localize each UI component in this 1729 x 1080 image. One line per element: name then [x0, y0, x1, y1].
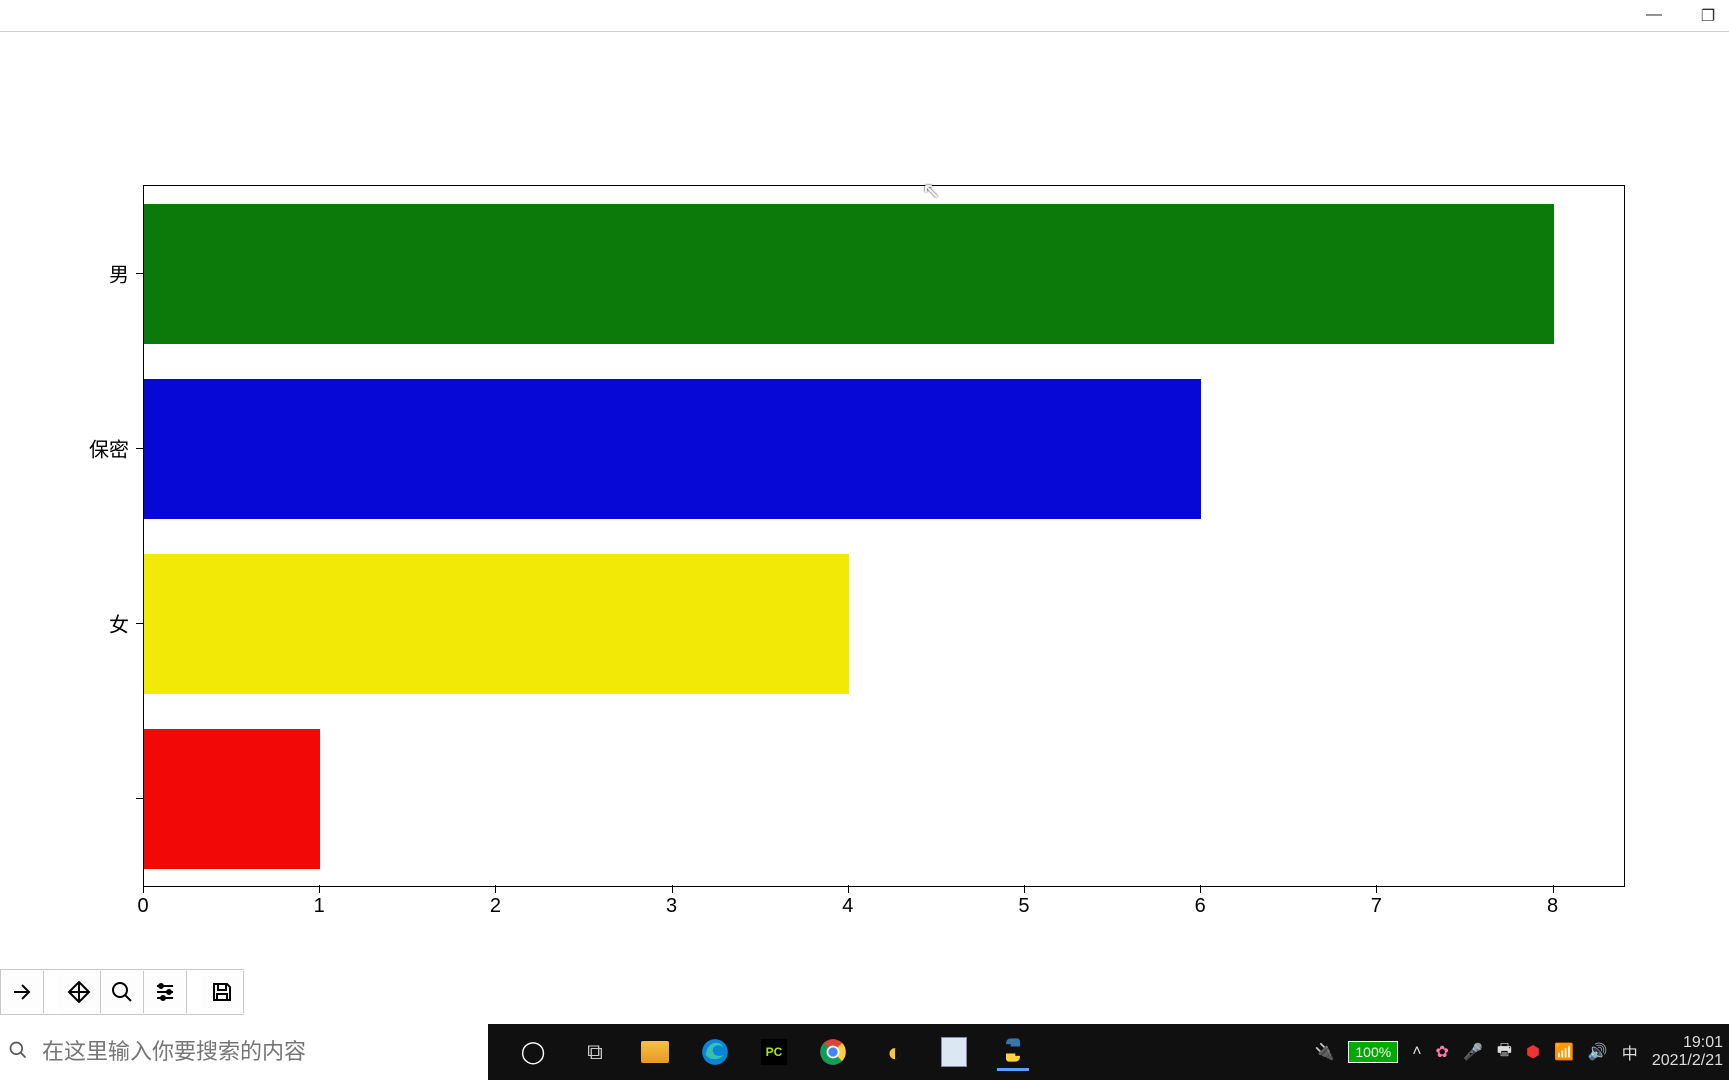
python-icon[interactable] [997, 1034, 1029, 1071]
forward-button[interactable] [1, 971, 44, 1013]
search-icon [8, 1040, 28, 1065]
tray-bug-icon[interactable]: ⬢ [1526, 1042, 1540, 1062]
windows-taskbar: ◯ ⧉ PC ◐ 🔌 100% ˄ ✿ 🎤 🖶 ⬢ 📶 🔊 [0, 1024, 1729, 1080]
save-icon [210, 980, 234, 1004]
file-explorer-icon[interactable] [641, 1041, 669, 1063]
potplayer-icon[interactable]: ◐ [879, 1036, 911, 1068]
matplotlib-figure-window: — ❐ 012345678 男保密女 ↖ [0, 0, 1729, 1080]
taskbar-search[interactable] [0, 1024, 489, 1080]
cortana-icon[interactable]: ◯ [517, 1036, 549, 1068]
window-controls: — ❐ [1639, 0, 1729, 32]
wifi-icon[interactable]: 📶 [1554, 1042, 1574, 1062]
taskbar-apps: ◯ ⧉ PC ◐ [517, 1024, 1029, 1080]
chart-bar [144, 729, 320, 869]
maximize-button[interactable]: ❐ [1699, 6, 1717, 26]
zoom-button[interactable] [101, 971, 144, 1013]
chrome-icon[interactable] [817, 1036, 849, 1068]
power-icon[interactable]: 🔌 [1314, 1042, 1334, 1062]
edge-icon[interactable] [699, 1036, 731, 1068]
ime-indicator[interactable]: 中 [1622, 1040, 1638, 1064]
chart-bar [144, 554, 849, 694]
chart-bar [144, 379, 1201, 519]
tray-printer-icon[interactable]: 🖶 [1497, 1039, 1512, 1066]
volume-icon[interactable]: 🔊 [1588, 1042, 1608, 1062]
tray-chevron-icon[interactable]: ˄ [1412, 1043, 1421, 1061]
chart-bar [144, 204, 1554, 344]
system-tray: 🔌 100% ˄ ✿ 🎤 🖶 ⬢ 📶 🔊 中 19:01 2021/2/21 [1314, 1034, 1729, 1069]
plot-canvas[interactable]: 012345678 男保密女 [0, 40, 1729, 1000]
clock-time: 19:01 [1652, 1034, 1723, 1052]
save-button[interactable] [201, 971, 244, 1013]
clock-date: 2021/2/21 [1652, 1052, 1723, 1070]
sliders-icon [153, 980, 177, 1004]
forward-icon [10, 980, 34, 1004]
chart-axes [143, 185, 1625, 887]
pan-icon [67, 980, 91, 1004]
notepad-icon[interactable] [941, 1037, 967, 1067]
battery-status[interactable]: 100% [1348, 1041, 1398, 1063]
configure-button[interactable] [144, 971, 187, 1013]
taskbar-clock[interactable]: 19:01 2021/2/21 [1652, 1034, 1723, 1069]
tray-mic-icon[interactable]: 🎤 [1463, 1042, 1483, 1062]
matplotlib-toolbar [0, 969, 244, 1015]
task-view-icon[interactable]: ⧉ [579, 1036, 611, 1068]
tray-flower-icon[interactable]: ✿ [1436, 1042, 1449, 1062]
header-divider [0, 31, 1729, 32]
zoom-icon [110, 980, 134, 1004]
pycharm-icon[interactable]: PC [761, 1039, 787, 1065]
minimize-button[interactable]: — [1645, 6, 1663, 26]
taskbar-search-input[interactable] [40, 1038, 488, 1066]
pan-button[interactable] [58, 971, 101, 1013]
